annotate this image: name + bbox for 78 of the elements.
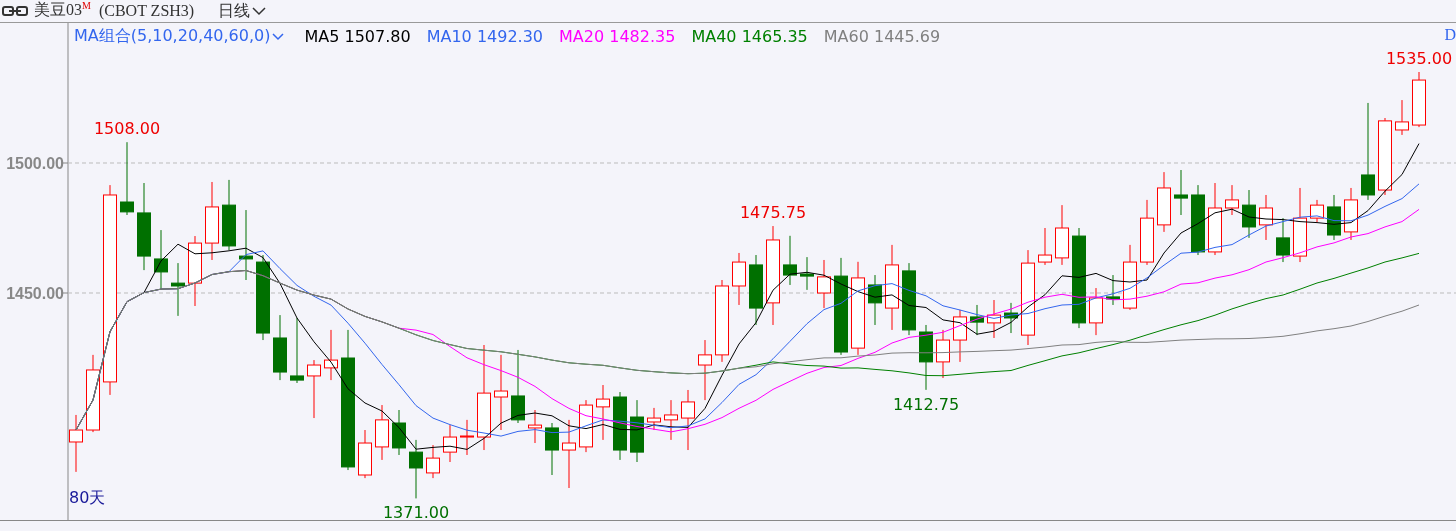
candlestick [1123,244,1137,311]
candlestick [783,235,797,286]
indicator-selector[interactable]: MA组合(5,10,20,40,60,0) [74,26,285,47]
candlestick [613,391,627,461]
candlestick [1140,199,1154,266]
symbol-code: (CBOT ZSH3) [98,2,195,20]
candlestick [1106,274,1120,306]
candlestick [681,389,695,451]
candlestick [1395,99,1409,136]
candlestick [800,256,814,291]
axis-label: 1500.00 [6,155,64,172]
candlestick [375,404,389,461]
moving-average-value: MA5 1507.80 [304,27,411,46]
candlestick [1412,71,1426,128]
candlestick [324,329,338,381]
candlestick [1327,194,1341,241]
candlestick [698,339,712,401]
candlestick [1242,189,1256,239]
candlestick [1038,227,1052,266]
candlestick [358,429,372,479]
candlestick [749,254,763,326]
candlestick [664,399,678,441]
range-label: 80天 [69,488,106,509]
candlestick [1310,199,1324,223]
candlestick [579,399,593,453]
moving-average-value: MA10 1492.30 [426,27,544,46]
candlestick [868,274,882,326]
candlestick [970,304,984,336]
candlestick [290,317,304,384]
corner-label: D [1444,26,1456,44]
candlestick [1276,217,1290,263]
high-price-label: 1475.75 [739,203,807,223]
candlestick [443,424,457,463]
candlestick [1089,287,1103,336]
link-icon[interactable] [2,6,28,16]
low-price-label: 1371.00 [382,503,450,520]
candlestick [1055,204,1069,266]
candlestick [987,299,1001,339]
moving-average-value: MA40 1465.35 [691,27,808,46]
candlestick [936,329,950,379]
candlestick [392,409,406,456]
candlestick [307,359,321,419]
candlestick [239,209,253,281]
candlestick [562,419,576,489]
candlestick [1344,187,1358,241]
candlestick [732,252,746,306]
chevron-down-icon[interactable] [252,6,267,16]
candlestick [596,384,610,441]
candlestick [1225,184,1239,216]
candlestick [953,309,967,363]
candlestick [171,262,185,317]
candlestick [409,439,423,499]
candlestick [630,399,644,463]
moving-average-value: MA60 1445.69 [823,27,941,46]
candlestick [817,259,831,309]
candlestick [460,419,474,456]
candlestick [188,235,202,307]
candlestick [154,229,168,291]
low-price-label: 1412.75 [892,394,960,414]
candlestick [1157,171,1171,233]
candlestick [273,314,287,381]
candlestick [1191,184,1205,256]
candlestick [1259,194,1273,241]
high-price-label: 1508.00 [93,119,161,139]
candlestick [647,407,661,431]
moving-average-value: MA20 1482.35 [559,27,676,46]
candlestick [919,324,933,391]
candlestick [426,444,440,479]
candlestick [69,414,83,473]
candlestick [528,409,542,444]
high-price-label: 1535.00 [1385,49,1453,68]
period-selector[interactable]: 日线 [218,0,267,22]
candlestick [1004,302,1018,334]
candlestick [222,179,236,251]
symbol-name: 美豆03$^{M}$ [34,0,91,21]
axis-label: 1450.00 [6,285,64,302]
candlestick [545,422,559,476]
candlestick [1174,169,1188,216]
